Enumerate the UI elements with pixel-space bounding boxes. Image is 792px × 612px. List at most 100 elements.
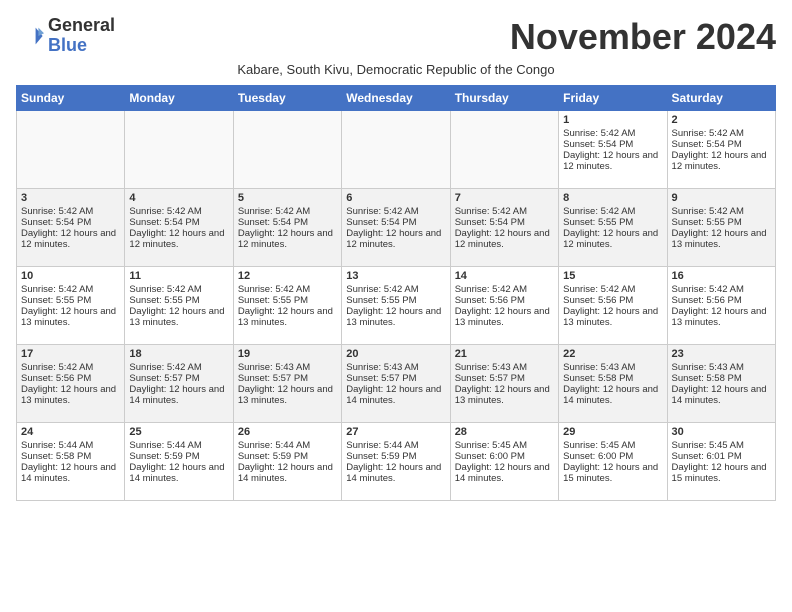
day-info: Daylight: 12 hours and 12 minutes. bbox=[563, 228, 662, 250]
day-number: 29 bbox=[563, 426, 662, 438]
day-info: Sunset: 5:54 PM bbox=[346, 217, 445, 228]
day-number: 4 bbox=[129, 192, 228, 204]
day-info: Daylight: 12 hours and 13 minutes. bbox=[563, 306, 662, 328]
calendar-cell: 21Sunrise: 5:43 AMSunset: 5:57 PMDayligh… bbox=[450, 345, 558, 423]
day-info: Daylight: 12 hours and 12 minutes. bbox=[672, 150, 771, 172]
logo: General Blue bbox=[16, 16, 115, 56]
calendar-cell: 9Sunrise: 5:42 AMSunset: 5:55 PMDaylight… bbox=[667, 189, 775, 267]
day-info: Sunset: 5:57 PM bbox=[238, 373, 337, 384]
day-info: Sunset: 6:01 PM bbox=[672, 451, 771, 462]
day-number: 15 bbox=[563, 270, 662, 282]
day-info: Sunset: 6:00 PM bbox=[455, 451, 554, 462]
calendar-cell: 6Sunrise: 5:42 AMSunset: 5:54 PMDaylight… bbox=[342, 189, 450, 267]
day-info: Daylight: 12 hours and 12 minutes. bbox=[455, 228, 554, 250]
day-info: Daylight: 12 hours and 13 minutes. bbox=[672, 228, 771, 250]
day-info: Daylight: 12 hours and 12 minutes. bbox=[129, 228, 228, 250]
weekday-header: Saturday bbox=[667, 86, 775, 111]
day-info: Sunset: 5:56 PM bbox=[21, 373, 120, 384]
calendar-cell: 23Sunrise: 5:43 AMSunset: 5:58 PMDayligh… bbox=[667, 345, 775, 423]
calendar-cell: 5Sunrise: 5:42 AMSunset: 5:54 PMDaylight… bbox=[233, 189, 341, 267]
calendar-cell bbox=[450, 111, 558, 189]
day-info: Daylight: 12 hours and 14 minutes. bbox=[129, 384, 228, 406]
calendar-cell: 4 Sunrise: 5:42 AMSunset: 5:54 PMDaylight… bbox=[125, 189, 233, 267]
day-info: Sunrise: 5:42 AM bbox=[129, 284, 228, 295]
day-info: Daylight: 12 hours and 13 minutes. bbox=[455, 306, 554, 328]
calendar-header-row: SundayMondayTuesdayWednesdayThursdayFrid… bbox=[17, 86, 776, 111]
calendar-cell: 7 Sunrise: 5:42 AMSunset: 5:54 PMDaylight… bbox=[450, 189, 558, 267]
day-info: Sunrise: 5:42 AM bbox=[238, 206, 337, 217]
day-info: Sunset: 5:54 PM bbox=[238, 217, 337, 228]
day-number: 6 bbox=[346, 192, 445, 204]
weekday-header: Wednesday bbox=[342, 86, 450, 111]
day-info: Sunset: 6:00 PM bbox=[563, 451, 662, 462]
day-info: Sunset: 5:54 PM bbox=[129, 217, 228, 228]
weekday-header: Friday bbox=[559, 86, 667, 111]
day-info: Sunrise: 5:43 AM bbox=[672, 362, 771, 373]
title-section: November 2024 bbox=[510, 16, 776, 58]
day-info: Sunrise: 5:42 AM bbox=[563, 284, 662, 295]
day-info: Sunrise: 5:43 AM bbox=[455, 362, 554, 373]
day-number: 30 bbox=[672, 426, 771, 438]
calendar-cell: 22Sunrise: 5:43 AMSunset: 5:58 PMDayligh… bbox=[559, 345, 667, 423]
day-info: Sunrise: 5:42 AM bbox=[346, 284, 445, 295]
day-info: Sunset: 5:54 PM bbox=[563, 139, 662, 150]
calendar-cell: 11Sunrise: 5:42 AMSunset: 5:55 PMDayligh… bbox=[125, 267, 233, 345]
day-info: Sunrise: 5:43 AM bbox=[238, 362, 337, 373]
day-info: Sunset: 5:56 PM bbox=[455, 295, 554, 306]
day-info: Sunset: 5:57 PM bbox=[455, 373, 554, 384]
day-info: Daylight: 12 hours and 13 minutes. bbox=[346, 306, 445, 328]
day-info: Daylight: 12 hours and 14 minutes. bbox=[346, 462, 445, 484]
calendar-cell: 30Sunrise: 5:45 AMSunset: 6:01 PMDayligh… bbox=[667, 423, 775, 501]
calendar-cell bbox=[17, 111, 125, 189]
day-number: 27 bbox=[346, 426, 445, 438]
day-info: Daylight: 12 hours and 13 minutes. bbox=[129, 306, 228, 328]
day-number: 17 bbox=[21, 348, 120, 360]
day-number: 26 bbox=[238, 426, 337, 438]
calendar-table: SundayMondayTuesdayWednesdayThursdayFrid… bbox=[16, 85, 776, 501]
day-info: Sunrise: 5:42 AM bbox=[21, 206, 120, 217]
day-info: Sunrise: 5:44 AM bbox=[129, 440, 228, 451]
day-number: 5 bbox=[238, 192, 337, 204]
calendar-week-row: 24Sunrise: 5:44 AMSunset: 5:58 PMDayligh… bbox=[17, 423, 776, 501]
calendar-cell: 20Sunrise: 5:43 AMSunset: 5:57 PMDayligh… bbox=[342, 345, 450, 423]
day-info: Sunrise: 5:45 AM bbox=[563, 440, 662, 451]
day-info: Sunrise: 5:42 AM bbox=[129, 362, 228, 373]
day-info: Sunrise: 5:42 AM bbox=[455, 206, 554, 217]
day-info: Daylight: 12 hours and 13 minutes. bbox=[238, 306, 337, 328]
day-number: 23 bbox=[672, 348, 771, 360]
day-number: 11 bbox=[129, 270, 228, 282]
day-info: Sunset: 5:59 PM bbox=[346, 451, 445, 462]
day-number: 3 bbox=[21, 192, 120, 204]
calendar-cell: 3Sunrise: 5:42 AMSunset: 5:54 PMDaylight… bbox=[17, 189, 125, 267]
calendar-cell: 2Sunrise: 5:42 AMSunset: 5:54 PMDaylight… bbox=[667, 111, 775, 189]
day-info: Sunrise: 5:42 AM bbox=[563, 128, 662, 139]
day-info: Sunset: 5:56 PM bbox=[672, 295, 771, 306]
day-number: 22 bbox=[563, 348, 662, 360]
month-title: November 2024 bbox=[510, 16, 776, 58]
day-info: Daylight: 12 hours and 13 minutes. bbox=[238, 384, 337, 406]
calendar-cell: 10Sunrise: 5:42 AMSunset: 5:55 PMDayligh… bbox=[17, 267, 125, 345]
weekday-header: Monday bbox=[125, 86, 233, 111]
day-info: Sunset: 5:55 PM bbox=[346, 295, 445, 306]
day-number: 25 bbox=[129, 426, 228, 438]
day-number: 13 bbox=[346, 270, 445, 282]
day-info: Daylight: 12 hours and 14 minutes. bbox=[238, 462, 337, 484]
day-info: Daylight: 12 hours and 14 minutes. bbox=[21, 462, 120, 484]
weekday-header: Tuesday bbox=[233, 86, 341, 111]
day-info: Sunset: 5:55 PM bbox=[238, 295, 337, 306]
day-info: Sunset: 5:58 PM bbox=[672, 373, 771, 384]
logo-icon bbox=[16, 22, 44, 50]
day-info: Sunset: 5:54 PM bbox=[455, 217, 554, 228]
day-info: Sunset: 5:58 PM bbox=[563, 373, 662, 384]
day-number: 7 bbox=[455, 192, 554, 204]
calendar-cell: 13 Sunrise: 5:42 AMSunset: 5:55 PMDayligh… bbox=[342, 267, 450, 345]
day-info: Sunrise: 5:44 AM bbox=[21, 440, 120, 451]
day-info: Sunset: 5:59 PM bbox=[238, 451, 337, 462]
day-number: 2 bbox=[672, 114, 771, 126]
day-number: 1 bbox=[563, 114, 662, 126]
day-info: Daylight: 12 hours and 14 minutes. bbox=[455, 462, 554, 484]
day-info: Sunrise: 5:42 AM bbox=[129, 206, 228, 217]
calendar-week-row: 3Sunrise: 5:42 AMSunset: 5:54 PMDaylight… bbox=[17, 189, 776, 267]
calendar-cell bbox=[125, 111, 233, 189]
day-info: Sunrise: 5:45 AM bbox=[455, 440, 554, 451]
